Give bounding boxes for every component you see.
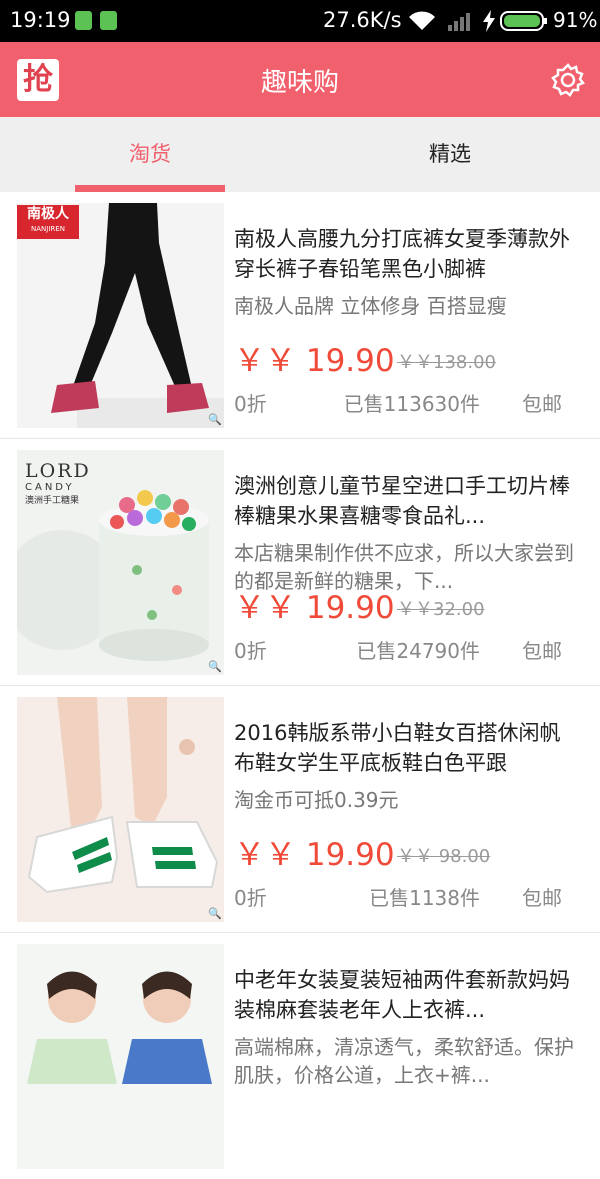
tab-taohuo[interactable]: 淘货 bbox=[0, 117, 300, 192]
android-icon bbox=[100, 11, 117, 30]
product-discount: 0折 bbox=[234, 886, 267, 910]
app-title: 趣味购 bbox=[260, 68, 339, 98]
signal-icon bbox=[448, 13, 470, 31]
zoom-icon: 🔍 bbox=[208, 907, 222, 920]
wifi-icon bbox=[409, 11, 435, 30]
network-speed: 27.6K/s bbox=[323, 8, 402, 32]
battery-percent: 91% bbox=[553, 8, 598, 32]
product-discount: 0折 bbox=[234, 639, 267, 663]
candy-brand-name: LORD bbox=[25, 460, 91, 482]
product-original-price: ￥￥138.00 bbox=[397, 352, 496, 373]
product-item[interactable]: 南极人 NANJIREN 🔍 南极人高腰九分打底裤女夏季薄款外穿长裤子春铅笔黑色… bbox=[0, 192, 600, 439]
product-sold-count: 已售1138件 bbox=[369, 886, 480, 910]
clothing-illustration bbox=[17, 944, 224, 1169]
product-shipping: 包邮 bbox=[522, 886, 562, 910]
tab-jingxuan[interactable]: 精选 bbox=[300, 117, 600, 192]
candy-brand: LORD CANDY 澳洲手工糖果 bbox=[25, 460, 91, 506]
battery-icon bbox=[500, 11, 547, 31]
product-title[interactable]: 澳洲创意儿童节星空进口手工切片棒棒糖果水果喜糖零食品礼... bbox=[234, 471, 574, 531]
product-description: 南极人品牌 立体修身 百搭显瘦 bbox=[234, 294, 507, 318]
product-description: 淘金币可抵0.39元 bbox=[234, 788, 399, 812]
product-item[interactable]: LORD CANDY 澳洲手工糖果 🔍 澳洲创意儿童节星空进口手工切片棒棒糖果水… bbox=[0, 439, 600, 686]
product-description: 高端棉麻，清凉透气，柔软舒适。保护肌肤，价格公道，上衣+裤... bbox=[234, 1035, 574, 1087]
product-sold-count: 已售113630件 bbox=[343, 392, 480, 416]
brand-tag: 南极人 NANJIREN bbox=[17, 205, 79, 239]
product-image: LORD CANDY 澳洲手工糖果 🔍 bbox=[17, 450, 224, 675]
product-price: ￥￥ 19.90 bbox=[234, 343, 395, 379]
status-bar: 19:19 27.6K/s 91% bbox=[0, 0, 600, 42]
product-title[interactable]: 南极人高腰九分打底裤女夏季薄款外穿长裤子春铅笔黑色小脚裤 bbox=[234, 224, 574, 284]
product-price: ￥￥ 19.90 bbox=[234, 837, 395, 873]
product-original-price: ￥￥32.00 bbox=[397, 599, 485, 620]
product-original-price: ￥￥ 98.00 bbox=[397, 846, 491, 867]
product-discount: 0折 bbox=[234, 392, 267, 416]
product-title[interactable]: 中老年女装夏装短袖两件套新款妈妈装棉麻套装老年人上衣裤... bbox=[234, 965, 574, 1025]
product-item[interactable]: 中老年女装夏装短袖两件套新款妈妈装棉麻套装老年人上衣裤... 高端棉麻，清凉透气… bbox=[0, 933, 600, 1179]
product-shipping: 包邮 bbox=[522, 639, 562, 663]
tab-selected-indicator bbox=[75, 185, 225, 192]
product-shipping: 包邮 bbox=[522, 392, 562, 416]
tab-bar: 淘货 精选 bbox=[0, 117, 600, 192]
product-image: 🔍 bbox=[17, 697, 224, 922]
status-time: 19:19 bbox=[10, 8, 71, 32]
product-image: 南极人 NANJIREN 🔍 bbox=[17, 203, 224, 428]
sneakers-illustration bbox=[17, 697, 224, 922]
candy-brand-sub: CANDY bbox=[25, 482, 75, 493]
charging-icon bbox=[483, 10, 495, 32]
product-item[interactable]: 🔍 2016韩版系带小白鞋女百搭休闲帆布鞋女学生平底板鞋白色平跟 淘金币可抵0.… bbox=[0, 686, 600, 933]
brand-tag-name: 南极人 bbox=[27, 206, 69, 222]
sim-icon bbox=[75, 11, 92, 30]
product-sold-count: 已售24790件 bbox=[356, 639, 480, 663]
candy-brand-caption: 澳洲手工糖果 bbox=[25, 496, 80, 506]
settings-gear-icon[interactable] bbox=[550, 62, 586, 98]
brand-tag-sub: NANJIREN bbox=[31, 225, 65, 233]
app-bar: 抢 趣味购 bbox=[0, 42, 600, 117]
zoom-icon: 🔍 bbox=[208, 413, 222, 426]
zoom-icon: 🔍 bbox=[208, 660, 222, 673]
product-title[interactable]: 2016韩版系带小白鞋女百搭休闲帆布鞋女学生平底板鞋白色平跟 bbox=[234, 718, 574, 778]
product-image bbox=[17, 944, 224, 1169]
product-price: ￥￥ 19.90 bbox=[234, 590, 395, 626]
